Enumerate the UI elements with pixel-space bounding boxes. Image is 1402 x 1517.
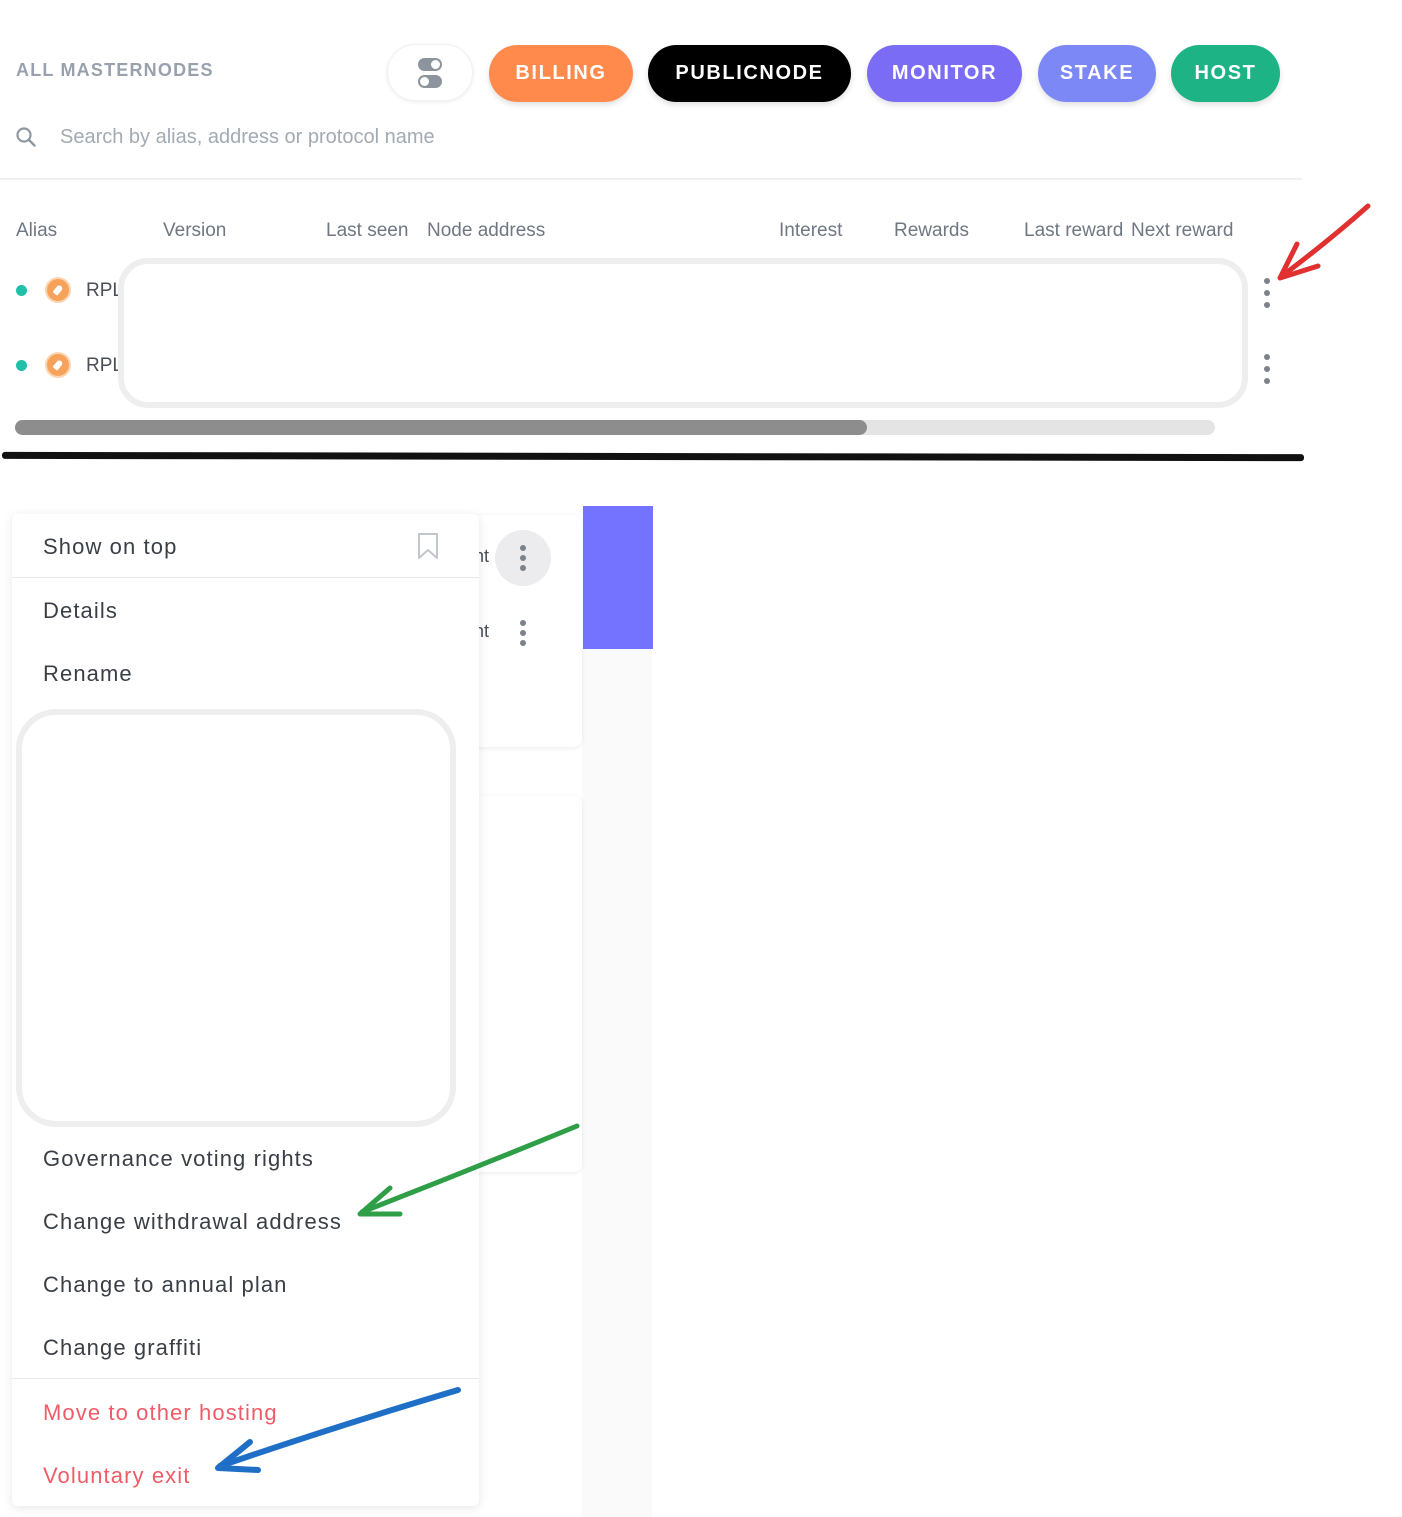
- search-input[interactable]: [60, 122, 660, 152]
- row-actions-kebab-icon[interactable]: [1262, 278, 1272, 308]
- section-separator: [1, 451, 1305, 462]
- menu-item-governance-voting-rights[interactable]: Governance voting rights: [43, 1146, 314, 1172]
- menu-item-change-graffiti[interactable]: Change graffiti: [43, 1335, 202, 1361]
- divider: [0, 178, 1302, 180]
- status-online-dot: [16, 285, 27, 296]
- host-button[interactable]: HOST: [1171, 45, 1280, 102]
- column-header-alias[interactable]: Alias: [16, 220, 57, 242]
- kebab-icon: [518, 545, 528, 571]
- redacted-menu-items: [16, 709, 456, 1127]
- column-header-node-address[interactable]: Node address: [427, 220, 545, 242]
- toggle-icon-lower: [418, 75, 442, 88]
- red-arrow-icon: [1277, 203, 1371, 281]
- row-actions-kebab-icon[interactable]: [1262, 354, 1272, 384]
- menu-item-change-to-annual-plan[interactable]: Change to annual plan: [43, 1272, 288, 1298]
- status-online-dot: [16, 360, 27, 371]
- column-header-rewards[interactable]: Rewards: [894, 220, 969, 242]
- menu-item-show-on-top[interactable]: Show on top: [43, 534, 177, 560]
- menu-item-details[interactable]: Details: [43, 598, 118, 624]
- column-header-last-reward[interactable]: Last reward: [1024, 220, 1123, 242]
- menu-item-rename[interactable]: Rename: [43, 661, 133, 687]
- background-card: [470, 796, 582, 1172]
- column-header-version[interactable]: Version: [163, 220, 226, 242]
- column-header-last-seen[interactable]: Last seen: [326, 220, 408, 242]
- row-actions-kebab-icon[interactable]: [518, 620, 528, 646]
- toggle-icon: [418, 58, 442, 71]
- purple-panel: [583, 506, 653, 649]
- column-header-next-reward[interactable]: Next reward: [1131, 220, 1233, 242]
- menu-divider: [12, 1378, 479, 1379]
- billing-button[interactable]: BILLING: [489, 45, 633, 102]
- bookmark-icon[interactable]: [417, 532, 439, 560]
- monitor-button[interactable]: MONITOR: [867, 45, 1022, 102]
- scrollbar-thumb[interactable]: [15, 420, 867, 435]
- menu-item-voluntary-exit[interactable]: Voluntary exit: [43, 1463, 190, 1489]
- section-title: ALL MASTERNODES: [16, 60, 214, 80]
- redacted-row-details: [118, 258, 1248, 408]
- search-icon: [16, 127, 36, 147]
- background-panel: [582, 648, 652, 1517]
- column-header-interest[interactable]: Interest: [779, 220, 842, 242]
- menu-divider: [12, 577, 479, 578]
- rocketpool-icon: [45, 277, 71, 303]
- publicnode-button[interactable]: PUBLICNODE: [648, 45, 851, 102]
- menu-item-move-to-other-hosting[interactable]: Move to other hosting: [43, 1400, 278, 1426]
- menu-item-change-withdrawal-address[interactable]: Change withdrawal address: [43, 1209, 342, 1235]
- rocketpool-icon: [45, 352, 71, 378]
- view-toggle-button[interactable]: [387, 44, 473, 101]
- row-actions-kebab-button-active[interactable]: [495, 530, 551, 586]
- stake-button[interactable]: STAKE: [1038, 45, 1156, 102]
